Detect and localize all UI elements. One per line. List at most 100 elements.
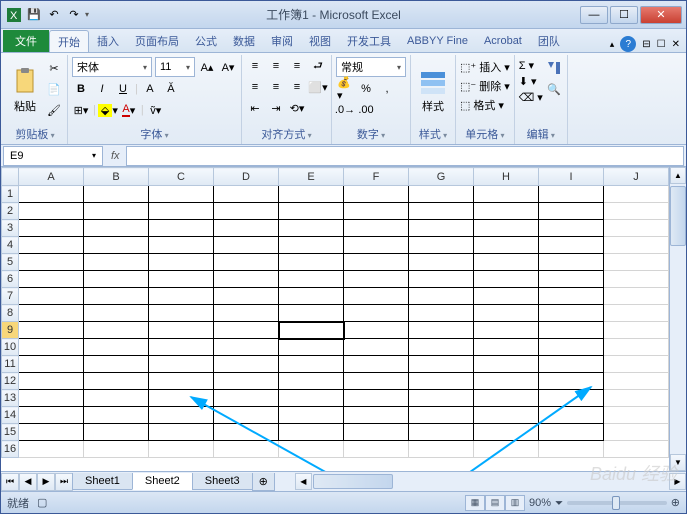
cell[interactable]: [474, 203, 539, 220]
tab-team[interactable]: 团队: [530, 30, 568, 52]
cell[interactable]: [149, 441, 214, 458]
cell[interactable]: [344, 356, 409, 373]
hscroll-thumb[interactable]: [313, 474, 393, 489]
autosum-icon[interactable]: Σ: [519, 60, 526, 72]
cell[interactable]: [344, 271, 409, 288]
cell[interactable]: [279, 254, 344, 271]
cell[interactable]: [149, 407, 214, 424]
cell[interactable]: [214, 203, 279, 220]
cell[interactable]: [19, 237, 84, 254]
cell[interactable]: [539, 356, 604, 373]
cell[interactable]: [604, 407, 669, 424]
cell[interactable]: [474, 237, 539, 254]
cell[interactable]: [214, 339, 279, 356]
cell[interactable]: [409, 407, 474, 424]
cell[interactable]: [539, 237, 604, 254]
font-color-icon[interactable]: A▾: [120, 101, 138, 119]
cell[interactable]: [279, 322, 344, 339]
cell[interactable]: [214, 237, 279, 254]
cell[interactable]: [344, 305, 409, 322]
cell[interactable]: [409, 237, 474, 254]
window-maximize-icon[interactable]: ☐: [657, 39, 666, 50]
cell[interactable]: [539, 424, 604, 441]
align-bottom-icon[interactable]: ≡: [288, 57, 306, 75]
cell[interactable]: [539, 407, 604, 424]
cell[interactable]: [279, 203, 344, 220]
sheet-nav-first-icon[interactable]: ⏮: [1, 473, 19, 491]
cell[interactable]: [84, 339, 149, 356]
cell[interactable]: [539, 322, 604, 339]
cell[interactable]: [84, 356, 149, 373]
col-header[interactable]: G: [409, 168, 474, 186]
row-header[interactable]: 14: [2, 407, 19, 424]
cell[interactable]: [19, 203, 84, 220]
row-header[interactable]: 7: [2, 288, 19, 305]
normal-view-icon[interactable]: ▦: [465, 495, 485, 511]
cell[interactable]: [279, 305, 344, 322]
cell[interactable]: [149, 339, 214, 356]
row-header[interactable]: 13: [2, 390, 19, 407]
cell[interactable]: [474, 339, 539, 356]
cell[interactable]: [344, 220, 409, 237]
cell[interactable]: [474, 271, 539, 288]
cell[interactable]: [409, 186, 474, 203]
close-button[interactable]: ✕: [640, 6, 682, 24]
cell[interactable]: [214, 305, 279, 322]
cell[interactable]: [84, 203, 149, 220]
cell[interactable]: [409, 220, 474, 237]
find-select-icon[interactable]: 🔍: [545, 80, 563, 98]
row-header[interactable]: 9: [2, 322, 19, 339]
number-format-combo[interactable]: 常规▾: [336, 57, 406, 77]
cell[interactable]: [19, 220, 84, 237]
hscroll-right-icon[interactable]: ▶: [669, 473, 686, 490]
scroll-down-icon[interactable]: ▼: [670, 454, 686, 471]
cell[interactable]: [474, 220, 539, 237]
row-header[interactable]: 12: [2, 373, 19, 390]
bold-button[interactable]: B: [72, 80, 90, 98]
cell[interactable]: [279, 373, 344, 390]
cell[interactable]: [474, 373, 539, 390]
copy-icon[interactable]: 📄: [45, 80, 63, 98]
align-left-icon[interactable]: ≡: [246, 78, 264, 96]
scroll-thumb[interactable]: [670, 186, 686, 246]
cell[interactable]: [344, 390, 409, 407]
row-header[interactable]: 2: [2, 203, 19, 220]
cell[interactable]: [344, 203, 409, 220]
cell[interactable]: [214, 288, 279, 305]
cell[interactable]: [604, 186, 669, 203]
sheet-nav-prev-icon[interactable]: ◀: [19, 473, 37, 491]
col-header[interactable]: I: [539, 168, 604, 186]
cell[interactable]: [19, 441, 84, 458]
cell[interactable]: [279, 220, 344, 237]
zoom-thumb[interactable]: [612, 496, 620, 510]
cell[interactable]: [84, 322, 149, 339]
cell[interactable]: [214, 424, 279, 441]
cell[interactable]: [539, 186, 604, 203]
tab-view[interactable]: 视图: [301, 30, 339, 52]
cell[interactable]: [409, 254, 474, 271]
cell[interactable]: [539, 305, 604, 322]
cell[interactable]: [604, 237, 669, 254]
shrink-font-icon[interactable]: A▾: [219, 58, 237, 76]
cell[interactable]: [604, 441, 669, 458]
cell[interactable]: [19, 424, 84, 441]
cell[interactable]: [409, 203, 474, 220]
sheet-tab-new-icon[interactable]: ⊕: [252, 473, 275, 491]
redo-icon[interactable]: ↷: [65, 6, 83, 24]
comma-icon[interactable]: ,: [378, 80, 396, 98]
cell[interactable]: [409, 424, 474, 441]
underline-button[interactable]: U: [114, 80, 132, 98]
cell[interactable]: [539, 220, 604, 237]
fill-icon[interactable]: ⬇: [519, 75, 528, 88]
row-header[interactable]: 5: [2, 254, 19, 271]
cell[interactable]: [409, 288, 474, 305]
cell[interactable]: [604, 424, 669, 441]
cell[interactable]: [474, 322, 539, 339]
cell[interactable]: [84, 186, 149, 203]
cell[interactable]: [84, 373, 149, 390]
cell[interactable]: [539, 288, 604, 305]
cell[interactable]: [84, 305, 149, 322]
row-header[interactable]: 16: [2, 441, 19, 458]
cell[interactable]: [214, 407, 279, 424]
cell[interactable]: [84, 254, 149, 271]
